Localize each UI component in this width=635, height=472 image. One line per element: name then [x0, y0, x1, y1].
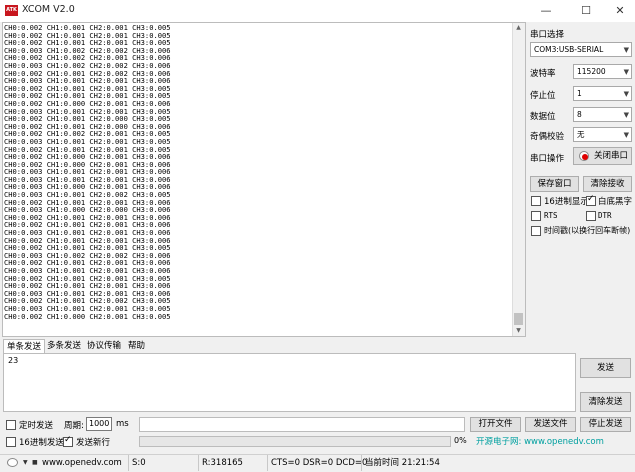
status-divider [198, 455, 199, 471]
clear-receive-button[interactable]: 清除接收 [583, 176, 632, 192]
status-url[interactable]: www.openedv.com [42, 456, 122, 470]
tab-single-send[interactable]: 单条发送 [3, 339, 46, 354]
send-progress-bar [139, 436, 451, 447]
data-bits-select[interactable]: 8 ▼ [573, 107, 632, 122]
port-value: COM3:USB-SERIAL [534, 45, 604, 54]
baud-value: 115200 [577, 67, 606, 76]
chevron-down-icon: ▼ [623, 46, 629, 54]
clear-send-button[interactable]: 清除发送 [580, 392, 631, 412]
timed-send-checkbox[interactable] [6, 420, 16, 430]
send-textarea[interactable]: 23 [3, 353, 576, 412]
port-operation-label: 串口操作 [530, 154, 565, 164]
file-path-input[interactable] [139, 417, 465, 432]
app-logo-icon: ATK [5, 5, 18, 16]
close-button[interactable]: ✕ [606, 3, 634, 19]
hex-send-label: 16进制发送 [19, 438, 64, 448]
timestamp-checkbox[interactable] [531, 226, 541, 236]
timed-send-label: 定时发送 [19, 421, 54, 431]
send-button[interactable]: 发送 [580, 358, 631, 378]
port-label: 串口选择 [530, 30, 565, 40]
status-received: R:318165 [202, 458, 243, 468]
settings-gear-icon[interactable] [7, 458, 18, 467]
receive-scrollbar[interactable] [512, 23, 525, 336]
period-input[interactable]: 1000 [86, 417, 112, 431]
open-file-button[interactable]: 打开文件 [470, 417, 521, 432]
white-bg-checkbox[interactable] [586, 194, 596, 206]
white-bg-label: 白底黑字 [598, 197, 633, 207]
period-label: 周期: [64, 421, 84, 431]
stop-bits-select[interactable]: 1 ▼ [573, 86, 632, 101]
dtr-checkbox[interactable] [586, 211, 596, 221]
status-divider [267, 455, 268, 471]
scroll-up-icon[interactable]: ▲ [512, 23, 525, 33]
send-text: 23 [8, 356, 19, 365]
hex-display-label: 16进制显示 [544, 197, 589, 207]
chevron-down-icon: ▼ [623, 111, 629, 119]
chevron-down-icon: ▼ [623, 68, 629, 76]
chevron-down-icon: ▼ [623, 90, 629, 98]
baud-label: 波特率 [530, 69, 556, 79]
parity-value: 无 [577, 130, 585, 139]
stop-bits-value: 1 [577, 89, 582, 98]
baud-select[interactable]: 115200 ▼ [573, 64, 632, 79]
hex-display-checkbox[interactable] [531, 196, 541, 206]
progress-text: 0% [454, 436, 467, 445]
stop-bits-label: 停止位 [530, 91, 556, 101]
rts-checkbox[interactable] [531, 211, 541, 221]
data-bits-label: 数据位 [530, 112, 556, 122]
save-window-button[interactable]: 保存窗口 [530, 176, 579, 192]
rts-label: RTS [544, 211, 558, 220]
close-port-button[interactable]: 关闭串口 [573, 147, 632, 165]
chevron-down-icon: ▼ [623, 131, 629, 139]
minimize-button[interactable]: — [532, 3, 560, 19]
window-title: XCOM V2.0 [22, 4, 75, 15]
data-bits-value: 8 [577, 110, 582, 119]
tab-help[interactable]: 帮助 [125, 339, 148, 354]
port-status-icon [579, 151, 589, 161]
period-unit: ms [116, 419, 129, 429]
promo-link[interactable]: 开源电子网: www.openedv.com [476, 435, 604, 447]
newline-send-label: 发送新行 [76, 438, 111, 448]
status-sent: S:0 [132, 458, 146, 468]
close-port-label: 关闭串口 [593, 151, 628, 161]
port-select[interactable]: COM3:USB-SERIAL ▼ [530, 42, 632, 57]
maximize-button[interactable]: ☐ [572, 3, 600, 19]
port-status-dot [582, 154, 588, 160]
scrollbar-thumb[interactable] [514, 313, 523, 325]
status-divider [128, 455, 129, 471]
parity-select[interactable]: 无 ▼ [573, 127, 632, 142]
receive-data: CH0:0.002 CH1:0.001 CH2:0.001 CH3:0.005 … [4, 23, 171, 321]
stop-send-button[interactable]: 停止发送 [580, 417, 631, 432]
tab-protocol[interactable]: 协议传输 [84, 339, 124, 354]
globe-icon: ■ [32, 459, 38, 466]
send-file-button[interactable]: 发送文件 [525, 417, 576, 432]
dropdown-icon[interactable]: ▼ [23, 456, 28, 470]
tab-multi-send[interactable]: 多条发送 [44, 339, 84, 354]
scroll-down-icon[interactable]: ▼ [512, 326, 525, 336]
timestamp-label: 时间戳(以换行回车断帧) [544, 226, 631, 235]
status-lines: CTS=0 DSR=0 DCD=0 [271, 458, 368, 468]
receive-textarea[interactable]: CH0:0.002 CH1:0.001 CH2:0.001 CH3:0.005 … [2, 22, 526, 337]
newline-send-checkbox[interactable] [63, 435, 73, 447]
dtr-label: DTR [598, 211, 612, 220]
status-divider [361, 455, 362, 471]
status-time: 当前时间 21:21:54 [365, 458, 440, 468]
hex-send-checkbox[interactable] [6, 437, 16, 447]
parity-label: 奇偶校验 [530, 132, 565, 142]
